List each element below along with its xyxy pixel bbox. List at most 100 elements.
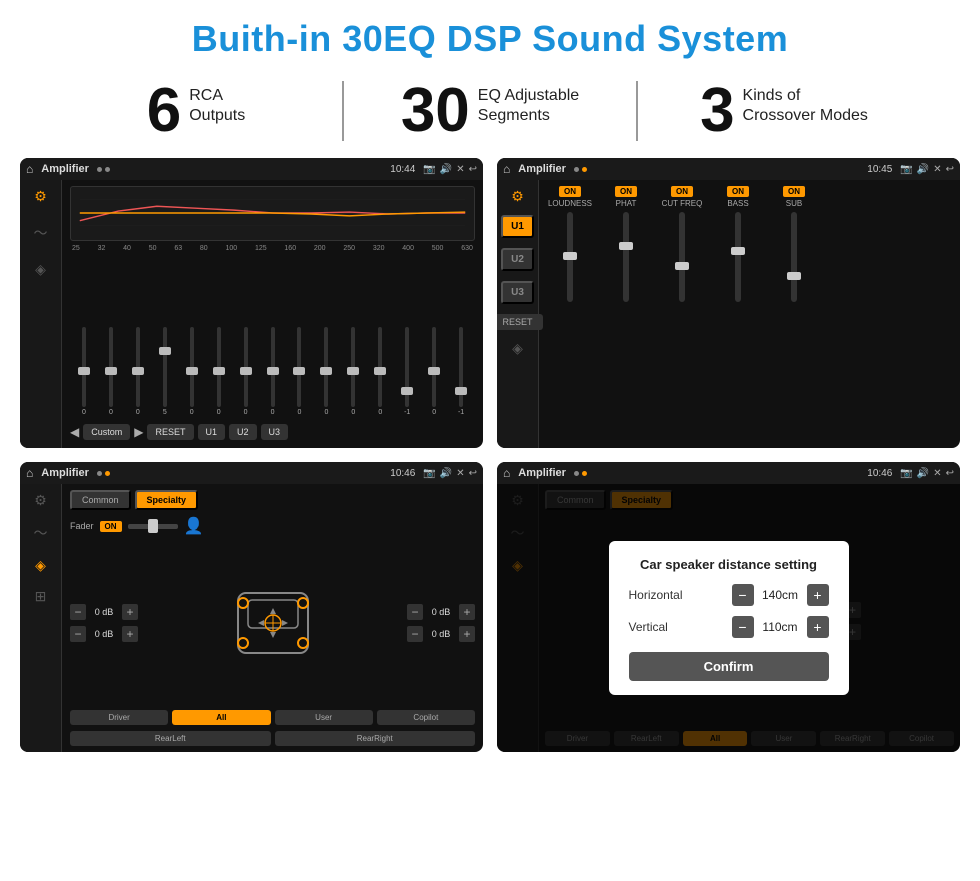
screen1-time: 10:44 [390, 164, 415, 175]
fader-row: Fader ON 👤 [70, 516, 475, 536]
confirm-button[interactable]: Confirm [629, 652, 829, 681]
eq-slider-320[interactable]: 0 [368, 327, 392, 416]
extra-icon3: ⊞ [35, 588, 47, 605]
common-tab[interactable]: Common [70, 490, 131, 510]
rearleft-btn[interactable]: RearLeft [70, 731, 271, 746]
stat-number-eq: 30 [401, 80, 470, 142]
vertical-stepper[interactable]: − 110cm + [732, 616, 829, 638]
eq-slider-630[interactable]: -1 [449, 327, 473, 416]
specialty-tab[interactable]: Specialty [135, 490, 199, 510]
fader-slider[interactable] [128, 524, 178, 529]
eq-slider-500[interactable]: 0 [422, 327, 446, 416]
eq-thumb-400 [401, 387, 413, 395]
vol-plus-tl[interactable]: + [122, 604, 138, 620]
phat-thumb [619, 242, 633, 250]
eq-slider-63[interactable]: 0 [180, 327, 204, 416]
vol-minus-tl[interactable]: − [70, 604, 86, 620]
u1-sidebar-btn[interactable]: U1 [501, 215, 534, 238]
cutfreq-col: ON CUT FREQ [657, 186, 707, 442]
phat-col: ON PHAT [601, 186, 651, 442]
eq-slider-25[interactable]: 0 [72, 327, 96, 416]
u3-button[interactable]: U3 [261, 424, 289, 440]
dialog-horizontal-row: Horizontal − 140cm + [629, 584, 829, 606]
vol-icon3: 🔊 [440, 468, 452, 479]
vol-plus-bl[interactable]: + [122, 626, 138, 642]
stat-number-crossover: 3 [700, 80, 734, 142]
camera-icon3: 📷 [423, 468, 435, 479]
vol-minus-br[interactable]: − [407, 626, 423, 642]
all-btn[interactable]: All [172, 710, 270, 725]
horizontal-plus-btn[interactable]: + [807, 584, 829, 606]
vol-icon: 🔊 [440, 164, 452, 175]
vertical-plus-btn[interactable]: + [807, 616, 829, 638]
vol-plus-br[interactable]: + [459, 626, 475, 642]
prev-button[interactable]: ◀ [70, 425, 79, 439]
user-btn[interactable]: User [275, 710, 373, 725]
eq-bottom-bar[interactable]: ◀ Custom ▶ RESET U1 U2 U3 [70, 420, 475, 442]
eq-slider-250[interactable]: 0 [341, 327, 365, 416]
eq-slider-40[interactable]: 0 [126, 327, 150, 416]
eq-value-100: 0 [244, 409, 248, 416]
horizontal-stepper[interactable]: − 140cm + [732, 584, 829, 606]
amp-reset-btn[interactable]: RESET [497, 314, 543, 330]
u3-sidebar-btn[interactable]: U3 [501, 281, 534, 304]
eq-track-100[interactable] [244, 327, 248, 407]
eq-track-630[interactable] [459, 327, 463, 407]
rearright-btn[interactable]: RearRight [275, 731, 476, 746]
copilot-btn[interactable]: Copilot [377, 710, 475, 725]
eq-slider-200[interactable]: 0 [314, 327, 338, 416]
vol-row-bl: − 0 dB + [70, 626, 138, 642]
eq-track-32[interactable] [109, 327, 113, 407]
eq-track-40[interactable] [136, 327, 140, 407]
cutfreq-slider[interactable] [679, 212, 685, 302]
eq-track-80[interactable] [217, 327, 221, 407]
eq-track-320[interactable] [378, 327, 382, 407]
topbar-icons: 📷 🔊 ✕ ↩ [423, 164, 477, 175]
vertical-minus-btn[interactable]: − [732, 616, 754, 638]
play-button[interactable]: ▶ [134, 425, 143, 439]
eq-slider-400[interactable]: -1 [395, 327, 419, 416]
topbar-icons2: 📷 🔊 ✕ ↩ [900, 164, 954, 175]
horizontal-minus-btn[interactable]: − [732, 584, 754, 606]
eq-track-25[interactable] [82, 327, 86, 407]
eq-slider-100[interactable]: 0 [234, 327, 258, 416]
eq-track-125[interactable] [271, 327, 275, 407]
eq-track-160[interactable] [297, 327, 301, 407]
loudness-slider[interactable] [567, 212, 573, 302]
eq-slider-80[interactable]: 0 [207, 327, 231, 416]
stat-number-rca: 6 [147, 80, 181, 142]
home-icon2: ⌂ [503, 162, 510, 176]
vol-minus-tr[interactable]: − [407, 604, 423, 620]
vol-minus-bl[interactable]: − [70, 626, 86, 642]
back-icon3: ↩ [469, 468, 477, 479]
sub-col: ON SUB [769, 186, 819, 442]
u2-sidebar-btn[interactable]: U2 [501, 248, 534, 271]
eq-track-400[interactable] [405, 327, 409, 407]
sub-slider[interactable] [791, 212, 797, 302]
eq-track-50[interactable] [163, 327, 167, 407]
eq-value-250: 0 [351, 409, 355, 416]
cross-bottom2[interactable]: RearLeft RearRight [70, 731, 475, 746]
bass-slider[interactable] [735, 212, 741, 302]
phat-label: PHAT [616, 199, 637, 208]
u1-button[interactable]: U1 [198, 424, 226, 440]
eq-slider-50[interactable]: 5 [153, 327, 177, 416]
cross-bottom-buttons[interactable]: Driver All User Copilot [70, 710, 475, 725]
u2-button[interactable]: U2 [229, 424, 257, 440]
eq-track-250[interactable] [351, 327, 355, 407]
driver-btn[interactable]: Driver [70, 710, 168, 725]
cross-tabs[interactable]: Common Specialty [70, 490, 475, 510]
phat-slider[interactable] [623, 212, 629, 302]
eq-track-500[interactable] [432, 327, 436, 407]
vol-plus-tr[interactable]: + [459, 604, 475, 620]
eq-value-125: 0 [271, 409, 275, 416]
eq-track-200[interactable] [324, 327, 328, 407]
eq-slider-125[interactable]: 0 [261, 327, 285, 416]
eq-icon2: ⚙ [511, 188, 524, 205]
eq-slider-32[interactable]: 0 [99, 327, 123, 416]
eq-track-63[interactable] [190, 327, 194, 407]
dialog-title: Car speaker distance setting [629, 557, 829, 572]
back-icon4: ↩ [946, 468, 954, 479]
reset-button[interactable]: RESET [147, 424, 193, 440]
eq-slider-160[interactable]: 0 [288, 327, 312, 416]
